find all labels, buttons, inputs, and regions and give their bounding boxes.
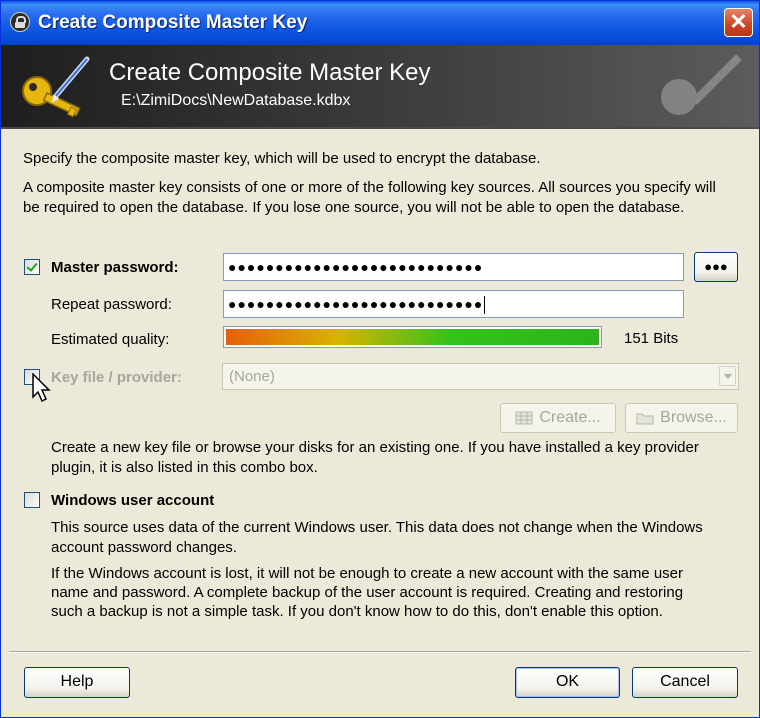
chevron-down-icon [719,366,736,386]
dialog-window: Create Composite Master Key ✕ Create Com… [0,0,760,718]
key-icon [22,56,90,118]
database-path: E:\ZimiDocs\NewDatabase.kdbx [121,92,351,109]
show-password-button[interactable]: ●●● [694,252,738,282]
create-key-file-button: Create... [500,403,616,433]
create-label: Create... [539,409,601,426]
folder-icon [636,413,654,425]
master-password-label[interactable]: Master password: [51,258,179,277]
intro-description-line-1: A composite master key consists of one o… [23,179,716,196]
windows-account-checkbox[interactable] [24,492,40,508]
header-banner: Create Composite Master Key E:\ZimiDocs\… [1,45,759,127]
key-file-label[interactable]: Key file / provider: [51,368,182,387]
quality-label: Estimated quality: [51,331,170,348]
help-button[interactable]: Help [24,667,130,698]
grid-icon [515,411,533,425]
repeat-password-label: Repeat password: [51,296,172,313]
title-bar[interactable]: Create Composite Master Key ✕ [1,1,759,45]
repeat-password-value: ●●●●●●●●●●●●●●●●●●●●●●●●●●● [228,296,484,312]
text-caret [484,296,486,315]
browse-key-file-button: Browse... [625,403,738,433]
banner-title: Create Composite Master Key [109,59,431,86]
key-file-help-line-1: Create a new key file or browse your dis… [51,439,699,456]
windows-account-desc-line-1: This source uses data of the current Win… [51,519,703,536]
mouse-cursor-icon [32,373,51,403]
quality-bar-fill [226,329,599,345]
intro-description-line-2: be required to open the database. If you… [23,199,685,216]
key-file-provider-combo: (None) [222,363,739,390]
quality-bits: 151 Bits [624,330,679,347]
close-button[interactable]: ✕ [724,8,753,37]
master-password-field[interactable]: ●●●●●●●●●●●●●●●●●●●●●●●●●●● [223,253,684,281]
footer-separator [9,651,751,653]
lock-icon [10,12,30,32]
window-title: Create Composite Master Key [38,12,308,33]
windows-account-label[interactable]: Windows user account [51,491,214,510]
master-password-checkbox[interactable] [24,259,40,275]
windows-account-warning-line-2: name and password. A complete backup of … [51,584,684,601]
key-file-selected: (None) [229,368,275,385]
windows-account-warning-line-3: such a backup is not a simple task. If y… [51,603,663,620]
browse-label: Browse... [660,409,727,426]
intro-text: Specify the composite master key, which … [23,150,541,167]
ok-button[interactable]: OK [515,667,620,698]
banner-divider [1,127,759,129]
quality-bar [223,326,602,348]
repeat-password-field[interactable]: ●●●●●●●●●●●●●●●●●●●●●●●●●●● [223,290,684,318]
windows-account-warning-line-1: If the Windows account is lost, it will … [51,565,683,582]
key-file-help-line-2: plugin, it is also listed in this combo … [51,459,318,476]
key-watermark-icon [661,54,742,115]
cancel-button[interactable]: Cancel [632,667,738,698]
windows-account-desc-line-2: account password changes. [51,539,237,556]
